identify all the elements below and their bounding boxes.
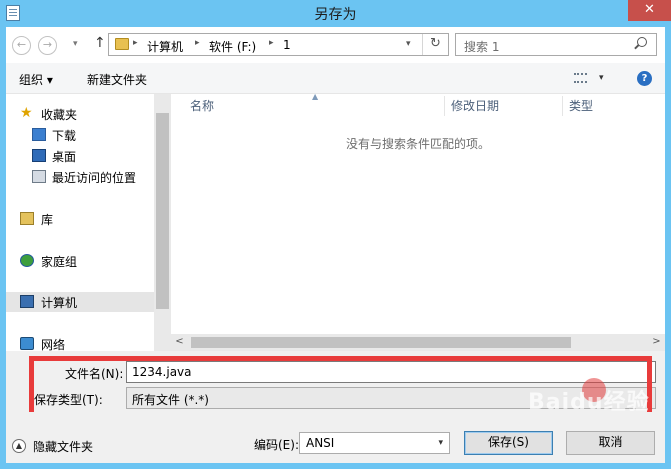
library-icon [20, 212, 34, 225]
desktop-icon [32, 149, 46, 162]
downloads-folder-icon [32, 128, 46, 141]
sidebar-item-label: 家庭组 [41, 255, 78, 269]
breadcrumb-separator[interactable]: ▸ [269, 38, 274, 48]
search-placeholder: 搜索 1 [464, 40, 500, 54]
cancel-button[interactable]: 取消 [566, 431, 655, 455]
column-header-type[interactable]: 类型 [569, 94, 593, 118]
homegroup-icon [20, 254, 34, 267]
column-header-date-modified[interactable]: 修改日期 [451, 94, 499, 118]
sidebar-item-label: 收藏夹 [41, 108, 78, 122]
breadcrumb-separator[interactable]: ▸ [133, 38, 138, 48]
title-bar: 另存为 ✕ [0, 0, 671, 27]
sidebar-item-downloads[interactable]: 下载 [6, 125, 154, 145]
window-title: 另存为 [314, 7, 357, 23]
encoding-select[interactable]: ANSI ▾ [299, 432, 450, 454]
sidebar-item-network[interactable]: 网络 [6, 334, 154, 351]
up-arrow-icon[interactable]: ↑ [94, 35, 106, 51]
file-list[interactable]: ▲ 名称 修改日期 类型 没有与搜索条件匹配的项。 [171, 92, 665, 334]
address-bar[interactable]: ▸ 计算机 ▸ 软件 (F:) ▸ 1 ▾ ↻ [108, 33, 449, 56]
breadcrumb-separator[interactable]: ▸ [195, 38, 200, 48]
sidebar-item-desktop[interactable]: 桌面 [6, 146, 154, 166]
network-icon [20, 337, 34, 350]
computer-icon [20, 295, 34, 308]
save-button[interactable]: 保存(S) [464, 431, 553, 455]
sidebar-item-libraries[interactable]: 库 [6, 209, 154, 229]
search-input[interactable]: 搜索 1 [455, 33, 657, 56]
encoding-value: ANSI [306, 436, 335, 450]
address-dropdown[interactable]: ▾ [406, 39, 411, 49]
close-button[interactable]: ✕ [628, 0, 671, 21]
scroll-right-button[interactable]: > [648, 334, 665, 351]
recent-locations-dropdown[interactable]: ▾ [73, 39, 78, 49]
sidebar-item-label: 库 [41, 213, 54, 227]
help-icon[interactable]: ? [637, 71, 652, 86]
star-icon: ★ [20, 105, 33, 121]
sidebar-item-homegroup[interactable]: 家庭组 [6, 251, 154, 271]
sidebar-item-recent-places[interactable]: 最近访问的位置 [6, 167, 154, 187]
encoding-label: 编码(E): [254, 438, 299, 452]
column-divider[interactable] [562, 96, 563, 116]
breadcrumb-computer[interactable]: 计算机 [147, 38, 183, 55]
recent-places-icon [32, 170, 46, 183]
sidebar-item-label: 下载 [52, 129, 77, 143]
forward-button[interactable]: → [38, 36, 57, 55]
refresh-button[interactable]: ↻ [422, 34, 448, 55]
view-options-icon[interactable] [574, 73, 587, 83]
sidebar-item-label: 最近访问的位置 [52, 171, 137, 185]
search-icon[interactable] [637, 37, 647, 47]
scrollbar-thumb[interactable] [156, 113, 169, 309]
sidebar-item-label: 计算机 [41, 296, 78, 310]
empty-message: 没有与搜索条件匹配的项。 [345, 137, 490, 151]
breadcrumb-drive[interactable]: 软件 (F:) [209, 38, 256, 55]
hide-folders-toggle[interactable]: 隐藏文件夹 [33, 438, 93, 455]
new-folder-button[interactable]: 新建文件夹 [87, 71, 147, 88]
sidebar-scrollbar[interactable] [154, 94, 171, 351]
navigation-bar: ← → ▾ ↑ ▸ 计算机 ▸ 软件 (F:) ▸ 1 ▾ ↻ 搜索 1 [6, 27, 665, 63]
navigation-pane: ★ 收藏夹 下载 桌面 最近访问的位置 库 家庭组 计算机 网络 [6, 94, 154, 351]
command-bar: 组织 ▾ 新建文件夹 ▾ ? [6, 63, 665, 94]
scrollbar-thumb[interactable] [191, 337, 571, 348]
dialog-footer: ▲ 隐藏文件夹 编码(E): ANSI ▾ 保存(S) 取消 [6, 412, 665, 463]
sidebar-item-computer[interactable]: 计算机 [6, 292, 154, 312]
sidebar-item-label: 桌面 [52, 150, 77, 164]
chevron-down-icon[interactable]: ▾ [438, 438, 443, 448]
sidebar-item-label: 网络 [41, 338, 66, 351]
chevron-up-icon[interactable]: ▲ [12, 439, 26, 453]
sidebar-item-favorites[interactable]: ★ 收藏夹 [6, 104, 154, 124]
breadcrumb-folder[interactable]: 1 [283, 38, 291, 52]
folder-icon [115, 38, 129, 50]
back-button[interactable]: ← [12, 36, 31, 55]
horizontal-scrollbar[interactable]: < > [171, 334, 665, 351]
watermark: Baidu经验 [528, 390, 650, 415]
scroll-left-button[interactable]: < [171, 334, 188, 351]
sort-indicator: ▲ [312, 92, 319, 101]
column-divider[interactable] [444, 96, 445, 116]
organize-menu[interactable]: 组织 ▾ [19, 71, 53, 88]
view-dropdown[interactable]: ▾ [599, 73, 604, 83]
column-header-name[interactable]: 名称 [190, 94, 214, 118]
